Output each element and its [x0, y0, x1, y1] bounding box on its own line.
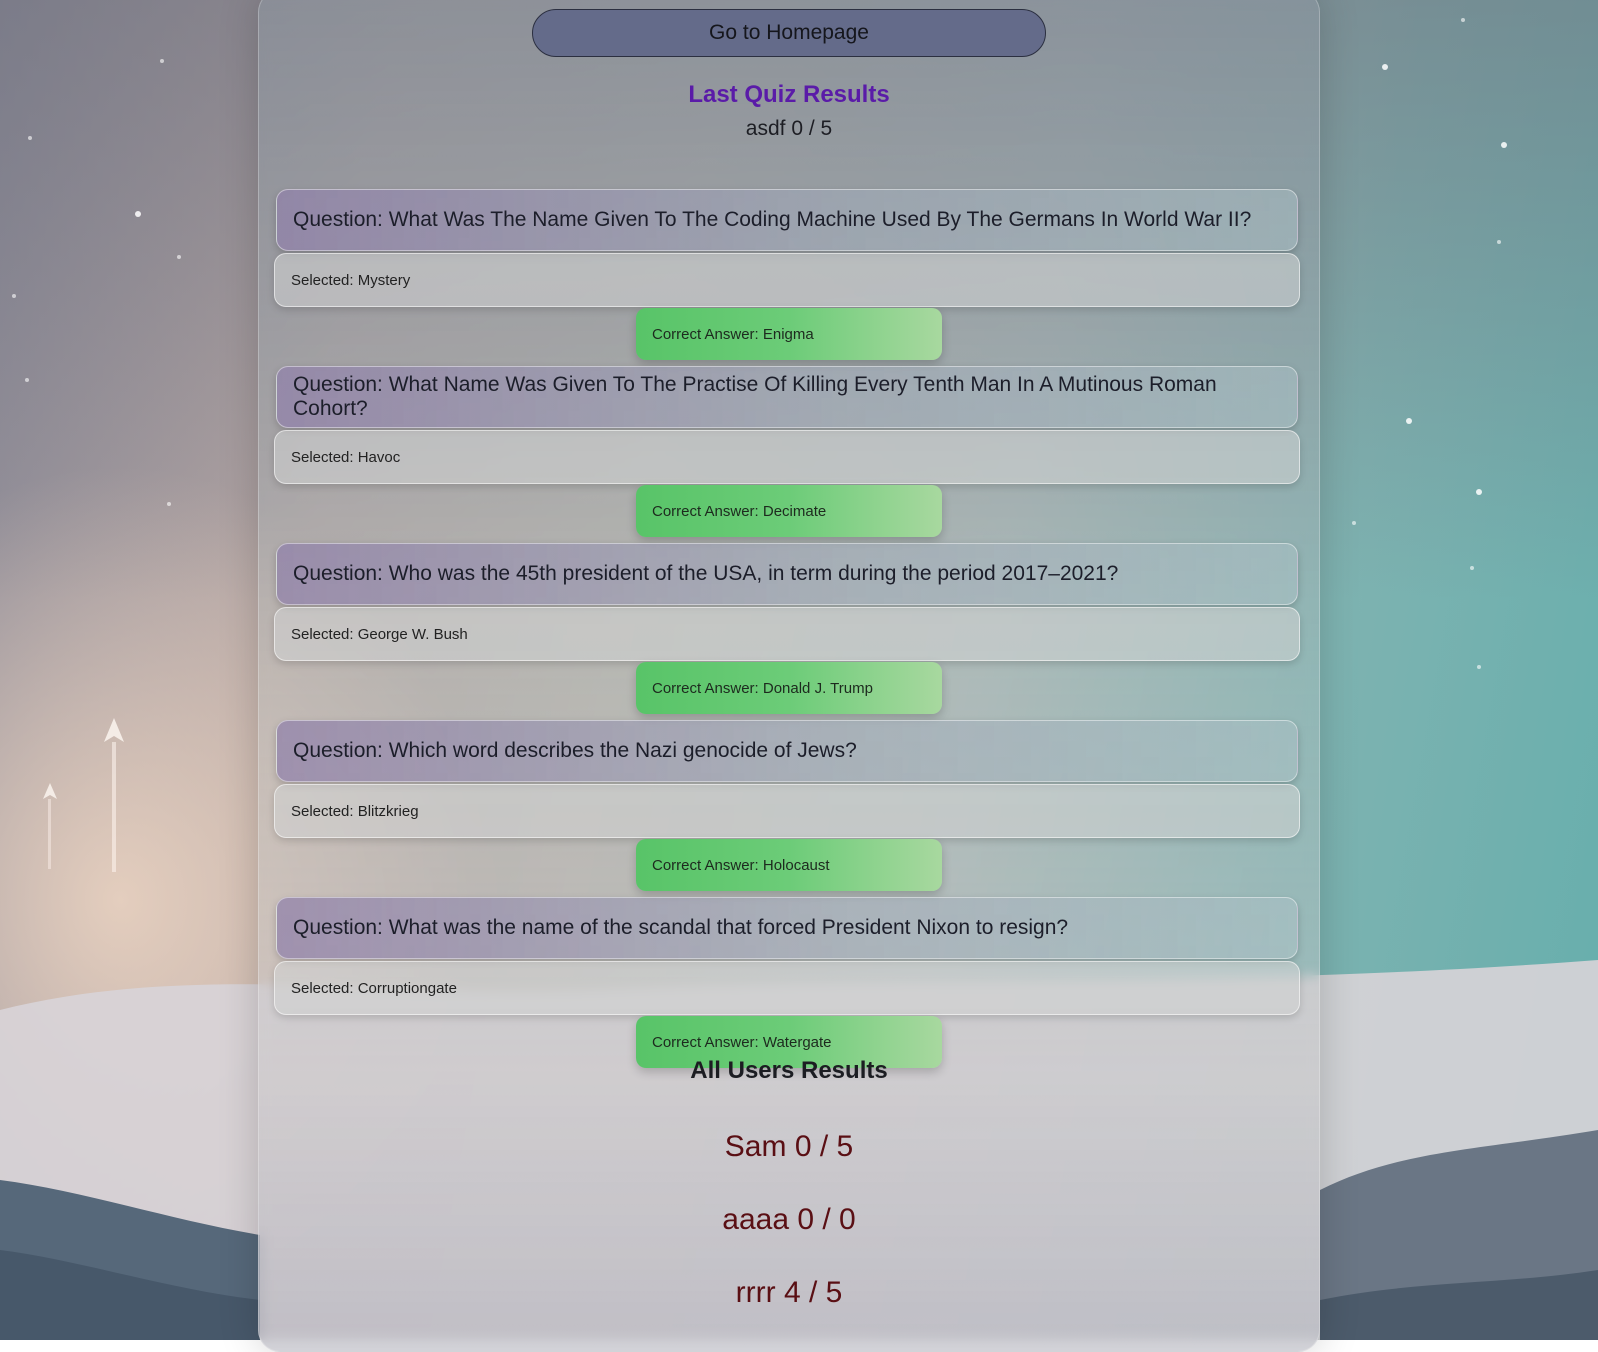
question-card: Question: What Was The Name Given To The…	[276, 189, 1298, 251]
selected-answer: Selected: Blitzkrieg	[274, 784, 1300, 838]
results-panel: Go to Homepage Last Quiz Results asdf 0 …	[258, 0, 1320, 1352]
question-card: Question: Which word describes the Nazi …	[276, 720, 1298, 782]
rocket-icon	[43, 783, 57, 869]
user-score-item: rrrr 4 / 5	[735, 1276, 843, 1309]
correct-answer-badge: Correct Answer: Holocaust	[636, 839, 942, 891]
user-score-item: aaaa 0 / 0	[722, 1203, 856, 1236]
question-card: Question: What was the name of the scand…	[276, 897, 1298, 959]
correct-answer-badge: Correct Answer: Decimate	[636, 485, 942, 537]
selected-answer: Selected: Mystery	[274, 253, 1300, 307]
all-users-results-heading: All Users Results	[690, 1057, 888, 1084]
question-card: Question: What Name Was Given To The Pra…	[276, 366, 1298, 428]
correct-answer-badge: Correct Answer: Enigma	[636, 308, 942, 360]
rocket-icon	[104, 718, 124, 872]
go-to-homepage-button[interactable]: Go to Homepage	[532, 9, 1046, 57]
question-card: Question: Who was the 45th president of …	[276, 543, 1298, 605]
last-quiz-score: asdf 0 / 5	[745, 117, 833, 140]
selected-answer: Selected: George W. Bush	[274, 607, 1300, 661]
selected-answer: Selected: Havoc	[274, 430, 1300, 484]
user-score-item: Sam 0 / 5	[724, 1130, 854, 1163]
last-quiz-results-heading: Last Quiz Results	[688, 81, 890, 108]
selected-answer: Selected: Corruptiongate	[274, 961, 1300, 1015]
correct-answer-badge: Correct Answer: Donald J. Trump	[636, 662, 942, 714]
